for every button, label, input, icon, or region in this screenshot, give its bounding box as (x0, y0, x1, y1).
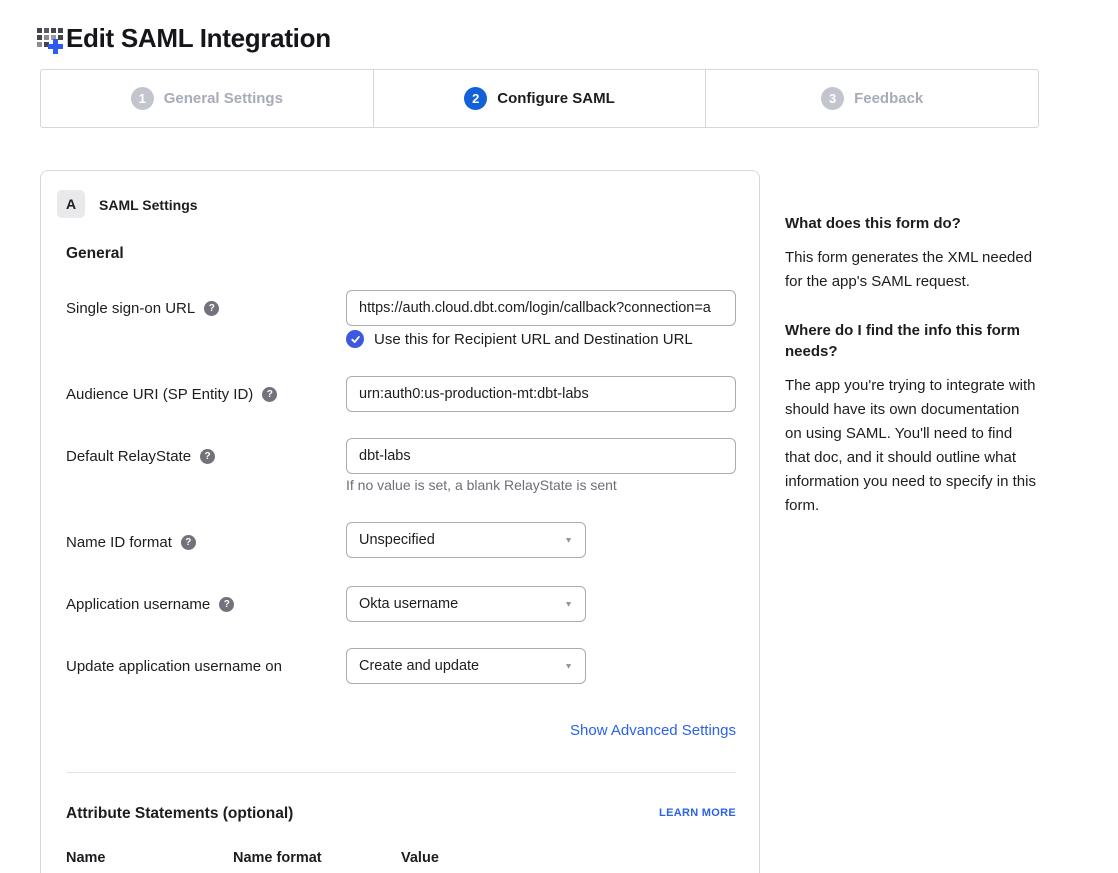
update-application-username-label-text: Update application username on (66, 658, 282, 675)
help-answer-2: The app you're trying to integrate with … (785, 374, 1038, 518)
name-id-format-select[interactable]: Unspecified ▼ (346, 522, 586, 558)
step-number-badge: 1 (131, 87, 154, 110)
relay-state-hint: If no value is set, a blank RelayState i… (346, 477, 617, 493)
application-username-label: Application username ? (66, 596, 234, 613)
relay-state-label: Default RelayState ? (66, 448, 215, 465)
audience-uri-label-text: Audience URI (SP Entity ID) (66, 386, 253, 403)
column-header-value: Value (401, 850, 439, 866)
grid-plus-icon (36, 25, 64, 55)
page-header: Edit SAML Integration (36, 22, 331, 55)
audience-uri-label: Audience URI (SP Entity ID) ? (66, 386, 277, 403)
help-icon[interactable]: ? (219, 597, 234, 612)
help-icon[interactable]: ? (200, 449, 215, 464)
learn-more-link[interactable]: LEARN MORE (659, 807, 736, 819)
help-question-1: What does this form do? (785, 213, 1038, 234)
name-id-format-label-text: Name ID format (66, 534, 172, 551)
help-sidebar: What does this form do? This form genera… (785, 213, 1038, 544)
application-username-value: Okta username (359, 596, 458, 612)
wizard-steps: 1 General Settings 2 Configure SAML 3 Fe… (40, 69, 1039, 128)
relay-state-input[interactable] (346, 438, 736, 474)
help-icon[interactable]: ? (181, 535, 196, 550)
show-advanced-settings-link[interactable]: Show Advanced Settings (570, 722, 736, 739)
step-number-badge: 2 (464, 87, 487, 110)
sso-url-label: Single sign-on URL ? (66, 300, 219, 317)
chevron-down-icon: ▼ (564, 536, 573, 545)
help-icon[interactable]: ? (262, 387, 277, 402)
step-label: General Settings (164, 90, 283, 107)
wizard-step-configure-saml[interactable]: 2 Configure SAML (373, 70, 706, 127)
edit-saml-integration-page: Edit SAML Integration 1 General Settings… (0, 0, 1118, 873)
section-divider (66, 772, 736, 773)
chevron-down-icon: ▼ (564, 600, 573, 609)
wizard-step-general-settings[interactable]: 1 General Settings (41, 70, 373, 127)
name-id-format-label: Name ID format ? (66, 534, 196, 551)
sso-url-label-text: Single sign-on URL (66, 300, 195, 317)
column-header-name-format: Name format (233, 850, 322, 866)
audience-uri-input[interactable] (346, 376, 736, 412)
chevron-down-icon: ▼ (564, 662, 573, 671)
application-username-select[interactable]: Okta username ▼ (346, 586, 586, 622)
update-application-username-label: Update application username on (66, 658, 282, 675)
panel-title: SAML Settings (99, 197, 198, 213)
recipient-url-checkbox-row[interactable]: Use this for Recipient URL and Destinati… (346, 330, 693, 348)
step-number-badge: 3 (821, 87, 844, 110)
step-label: Configure SAML (497, 90, 615, 107)
name-id-format-value: Unspecified (359, 532, 435, 548)
help-question-2: Where do I find the info this form needs… (785, 320, 1038, 362)
update-application-username-value: Create and update (359, 658, 479, 674)
section-a-badge: A (57, 190, 85, 218)
recipient-url-checkbox-label: Use this for Recipient URL and Destinati… (374, 331, 693, 348)
sso-url-input[interactable] (346, 290, 736, 326)
column-header-name: Name (66, 850, 106, 866)
update-application-username-select[interactable]: Create and update ▼ (346, 648, 586, 684)
step-label: Feedback (854, 90, 923, 107)
help-answer-1: This form generates the XML needed for t… (785, 246, 1038, 294)
page-title: Edit SAML Integration (66, 23, 331, 54)
application-username-label-text: Application username (66, 596, 210, 613)
attribute-statements-heading: Attribute Statements (optional) (66, 805, 293, 823)
general-section-heading: General (66, 245, 124, 263)
saml-settings-panel: A SAML Settings General Single sign-on U… (40, 170, 760, 873)
checkbox-checked-icon[interactable] (346, 330, 364, 348)
relay-state-label-text: Default RelayState (66, 448, 191, 465)
help-icon[interactable]: ? (204, 301, 219, 316)
wizard-step-feedback[interactable]: 3 Feedback (705, 70, 1038, 127)
